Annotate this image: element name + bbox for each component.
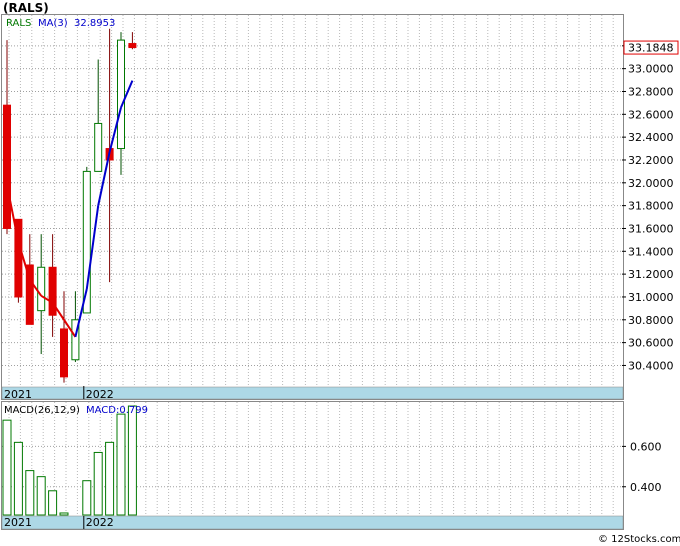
price-tick-label: 30.4000 — [628, 359, 674, 372]
price-tick-label: 31.2000 — [628, 268, 674, 281]
candle-body — [3, 104, 11, 229]
price-tick-label: 30.8000 — [628, 314, 674, 327]
price-tick-label: 31.8000 — [628, 200, 674, 213]
macd-tick-label: 0.400 — [630, 481, 662, 494]
price-tick-label: 33.0000 — [628, 63, 674, 76]
macd-value-label: MACD:0.799 — [86, 405, 148, 416]
macd-bar — [48, 490, 58, 516]
stock-chart: 33.200033.000032.800032.600032.400032.20… — [1, 1, 680, 545]
macd-bar — [127, 405, 137, 516]
price-tick-label: 31.6000 — [628, 222, 674, 235]
price-tick-label: 31.4000 — [628, 245, 674, 258]
price-tick-label: 31.0000 — [628, 291, 674, 304]
macd-bar — [59, 512, 69, 516]
candle-body — [128, 43, 137, 49]
macd-title: MACD(26,12,9) — [4, 405, 80, 416]
price-y-axis: 33.200033.000032.800032.600032.400032.20… — [622, 40, 674, 372]
macd-bar — [105, 441, 115, 516]
macd-bar — [116, 413, 126, 516]
price-tick-label: 32.2000 — [628, 154, 674, 167]
price-panel-frame — [1, 14, 624, 400]
date-label: 2021 — [4, 388, 32, 401]
watermark: © 12Stocks.com — [598, 534, 680, 545]
macd-bar — [82, 480, 92, 516]
legend-ma-value: 32.8953 — [74, 18, 115, 29]
candle-body — [117, 39, 125, 150]
price-tick-label: 30.6000 — [628, 337, 674, 350]
macd-bar — [25, 470, 35, 516]
macd-y-axis: 0.600 0.400 — [622, 440, 662, 494]
price-tick-label: 32.4000 — [628, 131, 674, 144]
last-price-label: 33.1848 — [628, 42, 674, 55]
macd-bar — [93, 451, 103, 516]
candle-body — [94, 122, 103, 172]
macd-bar — [13, 441, 23, 516]
date-label: 2022 — [86, 388, 114, 401]
macd-bar — [2, 419, 12, 516]
macd-bar — [36, 476, 46, 516]
chart-title: (RALS) — [3, 1, 49, 15]
date-label: 2021 — [4, 516, 32, 529]
date-label: 2022 — [86, 516, 114, 529]
candle-body — [37, 266, 46, 312]
macd-tick-label: 0.600 — [630, 440, 662, 453]
candle-body — [60, 328, 68, 378]
price-tick-label: 32.6000 — [628, 108, 674, 121]
legend-ma-label: MA(3) — [38, 18, 68, 29]
legend-symbol: RALS — [6, 18, 31, 29]
price-tick-label: 32.0000 — [628, 177, 674, 190]
price-tick-label: 32.8000 — [628, 85, 674, 98]
